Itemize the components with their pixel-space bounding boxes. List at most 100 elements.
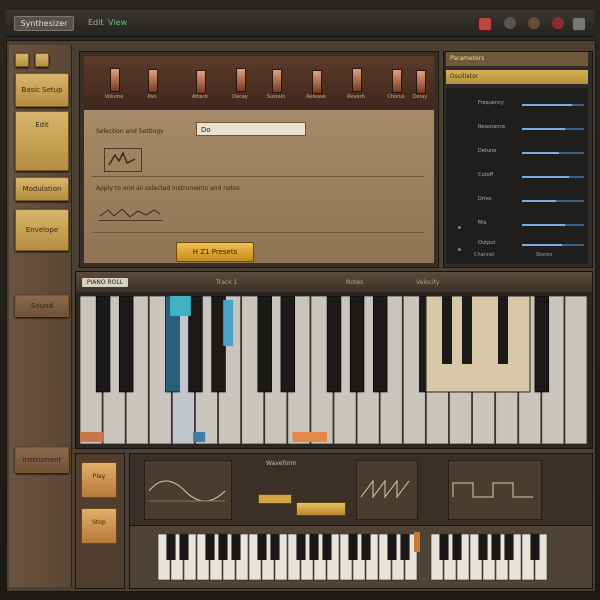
settings-input[interactable]: Do <box>196 122 306 136</box>
sidebar-item-envelope[interactable]: Envelope <box>15 209 69 251</box>
param-slider[interactable] <box>522 104 584 106</box>
black-key[interactable] <box>257 295 272 393</box>
fader[interactable] <box>352 68 362 92</box>
fader[interactable] <box>392 69 402 93</box>
black-key[interactable] <box>218 534 228 560</box>
sidebar-mini-button[interactable] <box>35 53 49 67</box>
sidebar-item-basic-setup[interactable]: Basic Setup <box>15 73 69 107</box>
black-key[interactable] <box>478 534 488 560</box>
settings-label: Selection and Settings <box>96 128 164 135</box>
hand-cursor-icon <box>104 148 142 172</box>
piano-roll-label: Notes <box>346 279 364 286</box>
fader[interactable] <box>196 70 206 94</box>
black-key[interactable] <box>270 534 280 560</box>
menu-view[interactable]: View <box>108 18 127 27</box>
black-key[interactable] <box>280 295 296 393</box>
piano-roll-label: Track 1 <box>216 279 238 286</box>
param-slider[interactable] <box>522 244 584 246</box>
black-key[interactable] <box>498 296 508 364</box>
black-key[interactable] <box>361 534 371 560</box>
black-key[interactable] <box>530 534 540 560</box>
channel-label: Channel <box>474 252 495 258</box>
selected-note[interactable] <box>223 300 234 346</box>
fader[interactable] <box>110 68 120 92</box>
black-key[interactable] <box>349 295 365 393</box>
param-fill <box>522 128 566 130</box>
user-icon[interactable] <box>552 17 564 29</box>
play-button[interactable]: Play <box>81 462 117 498</box>
keyboard-panel <box>129 525 593 589</box>
waveform-toggle[interactable] <box>258 494 292 504</box>
black-key[interactable] <box>452 534 462 560</box>
black-key[interactable] <box>439 534 449 560</box>
sidebar-item-modulation[interactable]: Modulation <box>15 177 69 201</box>
param-slider[interactable] <box>522 128 584 130</box>
black-key[interactable] <box>179 534 189 560</box>
param-slider[interactable] <box>522 152 584 154</box>
close-icon[interactable] <box>572 17 586 31</box>
fader[interactable] <box>148 69 158 93</box>
sidebar: Basic Setup Edit Modulation Envelope Sou… <box>9 45 72 587</box>
black-key[interactable] <box>442 296 452 364</box>
selected-note[interactable] <box>170 296 191 316</box>
fader-label: Volume <box>104 94 124 100</box>
fader[interactable] <box>312 70 322 94</box>
black-key[interactable] <box>462 296 472 364</box>
sidebar-item-edit[interactable]: Edit <box>15 111 69 171</box>
waveform-sine[interactable] <box>144 460 232 520</box>
fader[interactable] <box>236 68 246 92</box>
black-key[interactable] <box>296 534 306 560</box>
waveform-square[interactable] <box>448 460 542 520</box>
black-key[interactable] <box>400 534 410 560</box>
black-key[interactable] <box>231 534 241 560</box>
black-key[interactable] <box>257 534 267 560</box>
sidebar-item-instrument[interactable]: Instrument <box>15 447 69 473</box>
black-key[interactable] <box>504 534 514 560</box>
black-key[interactable] <box>491 534 501 560</box>
black-key[interactable] <box>95 295 111 393</box>
velocity-marker[interactable] <box>80 432 104 442</box>
menu-edit[interactable]: Edit <box>88 18 104 27</box>
piano-roll-header: PIANO ROLL Track 1 Notes Velocity <box>76 272 592 292</box>
black-key[interactable] <box>326 295 342 393</box>
piano-roll-keys[interactable] <box>79 295 588 445</box>
fader-label: Reverb <box>347 94 365 100</box>
black-key[interactable] <box>348 534 358 560</box>
waveform-selector[interactable] <box>296 502 346 516</box>
app-title[interactable]: Synthesizer <box>14 16 74 31</box>
param-slider[interactable] <box>522 224 584 226</box>
sidebar-mini-button[interactable] <box>15 53 29 67</box>
black-key[interactable] <box>372 295 388 393</box>
settings-icon[interactable] <box>504 17 516 29</box>
waveform-panel: Waveform <box>129 453 593 527</box>
fader-label: Chorus <box>387 94 405 100</box>
param-slider[interactable] <box>522 176 584 178</box>
piano-roll-tag[interactable]: PIANO ROLL <box>82 278 128 287</box>
preset-button[interactable]: H Z1 Presets <box>176 242 254 262</box>
key-zoom[interactable] <box>425 295 531 393</box>
black-key[interactable] <box>166 534 176 560</box>
fader[interactable] <box>272 69 282 93</box>
waveform-saw[interactable] <box>356 460 418 520</box>
oscillator-bar[interactable]: Oscillator <box>446 70 588 84</box>
app-icon[interactable] <box>478 17 492 31</box>
param-slider[interactable] <box>522 200 584 202</box>
black-key[interactable] <box>118 295 134 393</box>
velocity-marker[interactable] <box>193 432 206 442</box>
sidebar-item-sound[interactable]: Sound <box>15 295 69 317</box>
mini-keyboard[interactable] <box>130 526 592 588</box>
white-key[interactable] <box>564 295 588 445</box>
parameter-header: Parameters <box>446 52 588 66</box>
fader[interactable] <box>416 70 426 94</box>
key-marker[interactable] <box>414 532 420 552</box>
black-key[interactable] <box>387 534 397 560</box>
black-key[interactable] <box>534 295 550 393</box>
black-key[interactable] <box>309 534 319 560</box>
black-key[interactable] <box>322 534 332 560</box>
user-icon[interactable] <box>528 17 540 29</box>
fader-label: Sustain <box>266 94 286 100</box>
black-key[interactable] <box>205 534 215 560</box>
piano-roll[interactable] <box>79 295 588 445</box>
stop-button[interactable]: Stop <box>81 508 117 544</box>
velocity-marker[interactable] <box>292 432 328 442</box>
